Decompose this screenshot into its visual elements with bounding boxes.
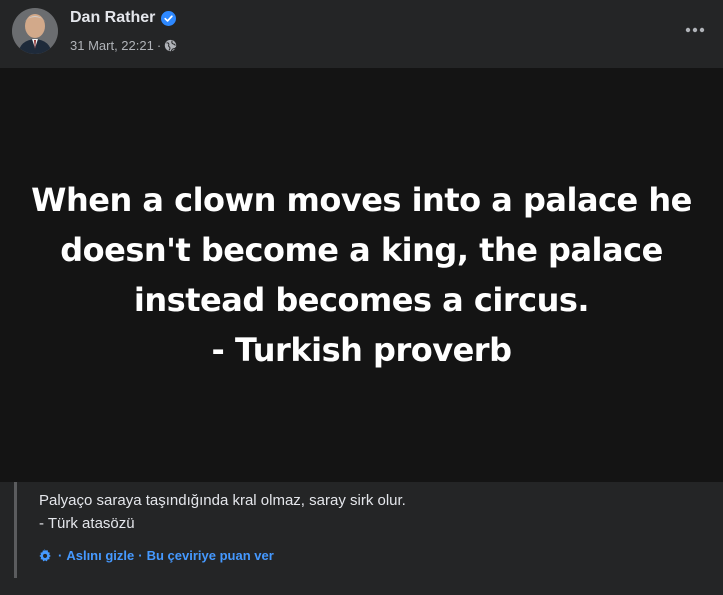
- quote-line: instead becomes a circus.: [133, 281, 590, 319]
- author-avatar[interactable]: [12, 8, 58, 54]
- quote-line: When a clown moves into a palace he: [31, 181, 692, 219]
- post-header: Dan Rather 31 Mart, 22:21 ·: [0, 0, 723, 68]
- action-separator: ·: [58, 548, 63, 563]
- verified-badge-icon: [161, 10, 177, 26]
- post-meta: 31 Mart, 22:21 ·: [70, 38, 177, 53]
- author-name[interactable]: Dan Rather: [70, 9, 155, 27]
- post-timestamp[interactable]: 31 Mart, 22:21: [70, 38, 154, 53]
- author-name-row: Dan Rather: [70, 9, 177, 27]
- avatar-portrait: [12, 8, 58, 54]
- post-image[interactable]: When a clown moves into a palace he does…: [0, 68, 723, 482]
- more-options-icon: [685, 27, 705, 33]
- quote-line: - Turkish proverb: [211, 331, 512, 369]
- gear-icon[interactable]: [37, 548, 52, 563]
- translation-actions: · Aslını gizle · Bu çeviriye puan ver: [37, 548, 274, 563]
- translation-block: Palyaço saraya taşındığında kral olmaz, …: [14, 482, 714, 578]
- hide-original-link[interactable]: Aslını gizle: [66, 548, 134, 563]
- more-options-button[interactable]: [679, 14, 711, 46]
- translation-line: Palyaço saraya taşındığında kral olmaz, …: [39, 492, 406, 509]
- quote-line: doesn't become a king, the palace: [60, 231, 663, 269]
- translation-line: - Türk atasözü: [39, 515, 135, 532]
- meta-separator: ·: [156, 38, 162, 53]
- action-separator: ·: [138, 548, 143, 563]
- quote-text: When a clown moves into a palace he does…: [12, 175, 712, 375]
- globe-icon[interactable]: [164, 39, 177, 52]
- rate-translation-link[interactable]: Bu çeviriye puan ver: [147, 548, 274, 563]
